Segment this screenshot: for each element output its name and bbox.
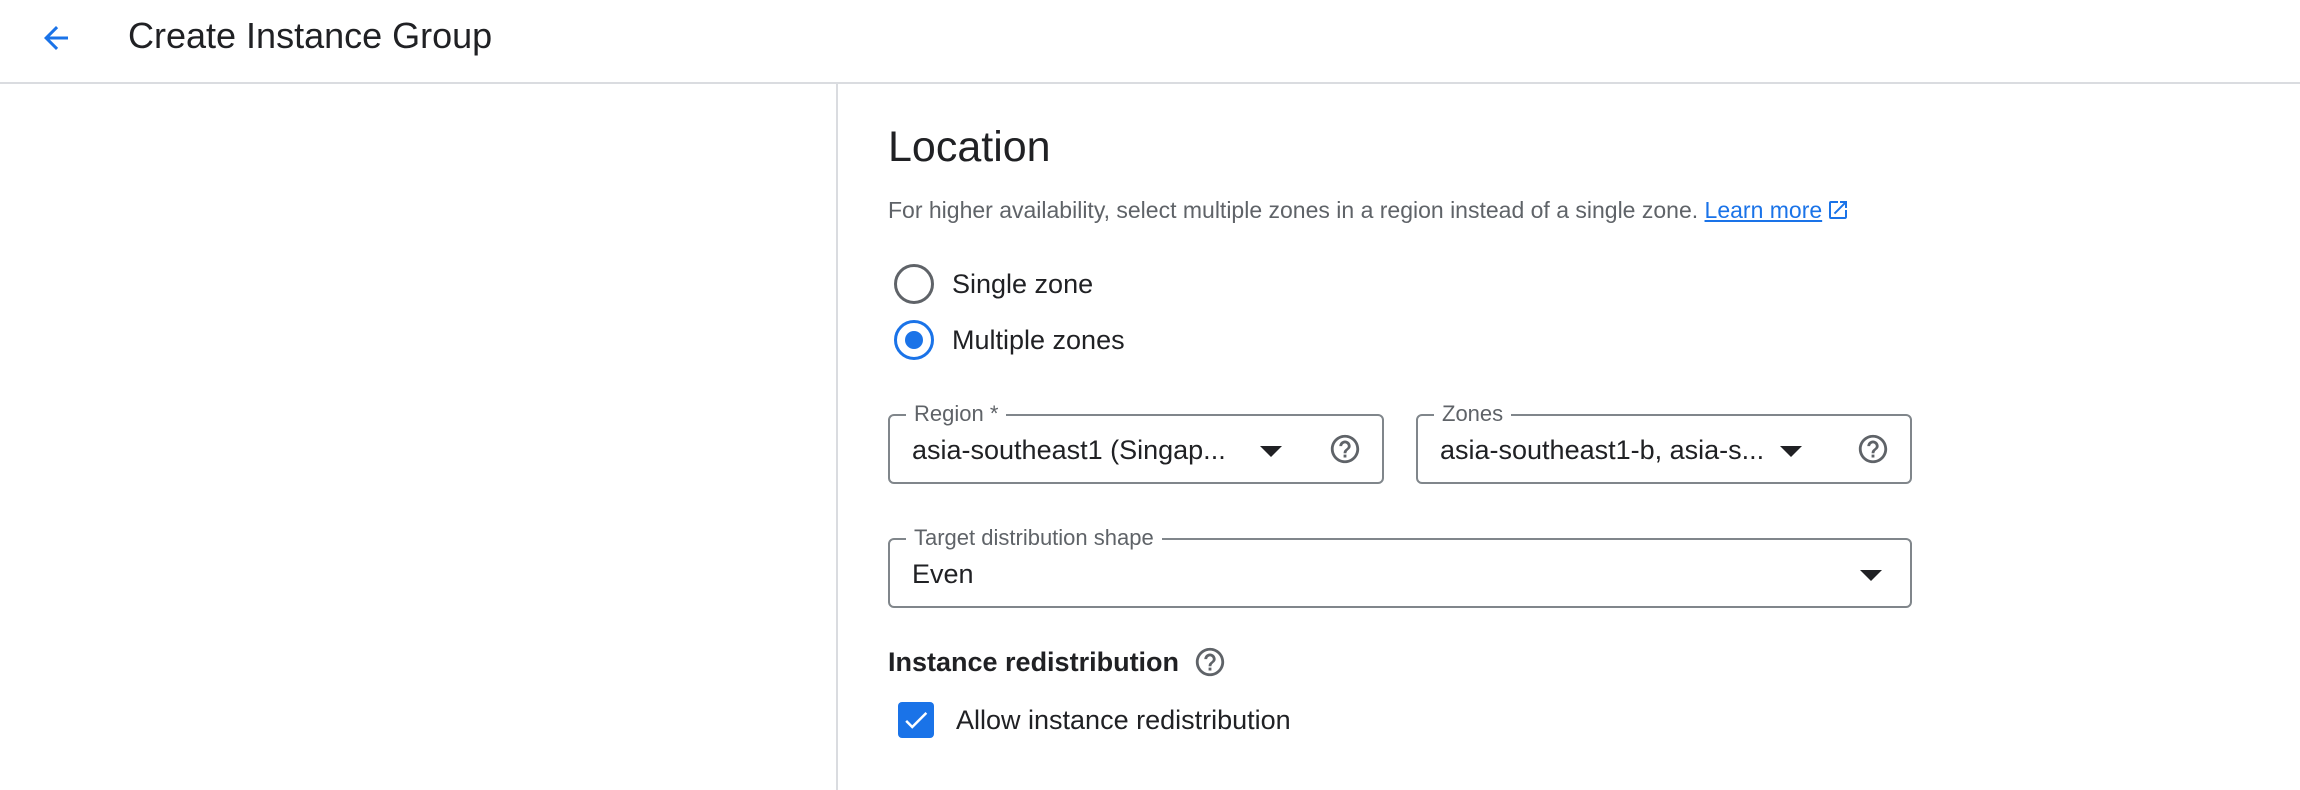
radio-multiple-zones[interactable]: Multiple zones <box>894 318 1125 362</box>
checkbox-label: Allow instance redistribution <box>956 704 1291 735</box>
learn-more-link[interactable]: Learn more <box>1705 197 1851 223</box>
region-label: Region * <box>906 400 1007 428</box>
dropdown-arrow-icon <box>1780 446 1802 457</box>
distribution-label: Target distribution shape <box>906 524 1162 552</box>
top-bar: Create Instance Group <box>0 0 2300 84</box>
distribution-value: Even <box>912 559 974 589</box>
back-button[interactable] <box>28 10 84 66</box>
learn-more-label: Learn more <box>1704 197 1823 223</box>
dropdown-arrow-icon <box>1860 570 1882 581</box>
zones-value: asia-southeast1-b, asia-s... <box>1440 435 1765 465</box>
checkbox-checked[interactable] <box>898 702 934 738</box>
region-value: asia-southeast1 (Singap... <box>912 435 1226 465</box>
left-panel <box>0 84 838 790</box>
section-title: Location <box>888 123 1051 171</box>
region-select[interactable]: Region * asia-southeast1 (Singap... <box>888 400 1384 484</box>
help-icon[interactable] <box>1193 645 1227 679</box>
allow-redistribution-checkbox-row[interactable]: Allow instance redistribution <box>898 698 1291 742</box>
radio-single-zone[interactable]: Single zone <box>894 262 1093 306</box>
arrow-back-icon <box>44 26 68 50</box>
radio-button-selected[interactable] <box>894 320 934 360</box>
help-icon[interactable] <box>1856 432 1890 466</box>
radio-button[interactable] <box>894 264 934 304</box>
target-distribution-select[interactable]: Target distribution shape Even <box>888 524 1912 608</box>
radio-label: Multiple zones <box>952 324 1125 355</box>
radio-label: Single zone <box>952 268 1094 299</box>
zones-select[interactable]: Zones asia-southeast1-b, asia-s... <box>1416 400 1912 484</box>
description-text: For higher availability, select multiple… <box>888 197 1699 223</box>
zones-label: Zones <box>1434 400 1512 428</box>
help-icon[interactable] <box>1328 432 1362 466</box>
page-title: Create Instance Group <box>128 15 493 56</box>
check-icon <box>905 711 928 729</box>
location-description: For higher availability, select multiple… <box>888 194 1850 226</box>
redistribution-heading: Instance redistribution <box>888 644 1227 680</box>
open-in-new-icon <box>1829 201 1848 219</box>
redistribution-title: Instance redistribution <box>888 647 1180 677</box>
location-section: Location For higher availability, select… <box>888 84 2188 790</box>
dropdown-arrow-icon <box>1260 446 1282 457</box>
